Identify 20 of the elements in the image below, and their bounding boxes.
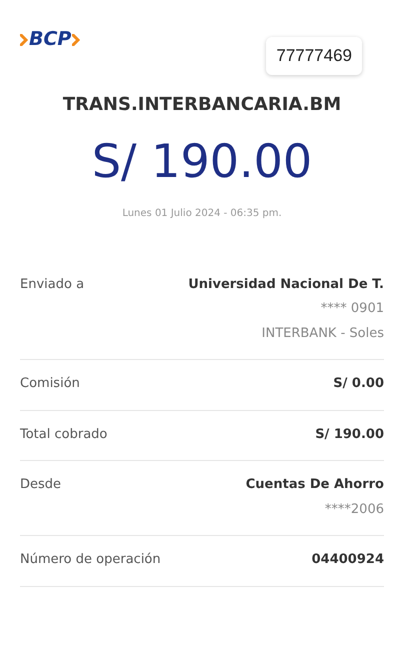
detail-label: Número de operación	[20, 551, 161, 569]
date-text: Lunes 01 Julio 2024 - 06:35 pm.	[121, 206, 283, 220]
transaction-title: TRANS.INTERBANCARIA.BM	[62, 92, 342, 116]
chevron-icon	[20, 34, 28, 46]
detail-value: S/ 190.00	[315, 426, 384, 444]
detail-label: Desde	[20, 476, 62, 494]
detail-label: Enviado a	[20, 276, 84, 294]
detail-subtext: **** 0901	[320, 300, 384, 318]
detail-subtext: ****2006	[324, 500, 384, 518]
detail-value: Cuentas De Ahorro	[246, 476, 384, 494]
detail-value: S/ 0.00	[333, 375, 384, 393]
detail-value: Universidad Nacional De T.	[188, 276, 384, 294]
amount-text: S/ 190.00	[90, 138, 314, 184]
detail-label: Comisión	[20, 375, 80, 393]
account-badge: 77777469	[266, 37, 362, 74]
detail-label: Total cobrado	[20, 426, 108, 444]
chevron-icon	[72, 34, 80, 46]
detail-value: 04400924	[312, 551, 384, 569]
bank-logo: BCP	[29, 30, 72, 49]
detail-subtext: INTERBANK - Soles	[262, 324, 384, 342]
